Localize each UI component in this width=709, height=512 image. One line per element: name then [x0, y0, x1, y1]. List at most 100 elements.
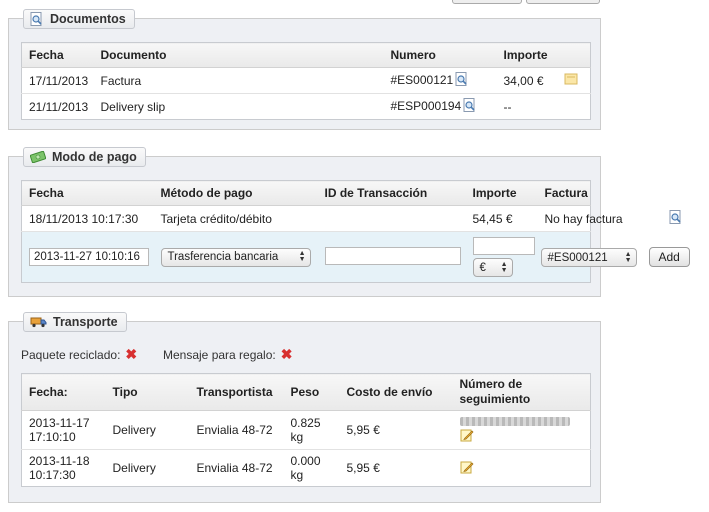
documentos-table: Fecha Documento Numero Importe 17/11/201…	[21, 42, 591, 120]
col-importe: Importe	[465, 180, 538, 206]
modo-pago-legend: Modo de pago	[23, 147, 146, 167]
cell-fecha: 2013-11-18 10:17:30	[22, 450, 106, 487]
col-peso: Peso	[283, 373, 340, 411]
magnifier-document-icon[interactable]	[463, 97, 477, 116]
magnifier-document-icon[interactable]	[669, 210, 683, 228]
cell-empty	[557, 94, 591, 120]
cell-fecha: 2013-11-17 17:10:10	[21, 410, 106, 450]
peso-value: 0.825	[290, 416, 321, 430]
transporte-legend: Transporte	[23, 312, 127, 332]
cell-tipo: Delivery	[112, 461, 156, 475]
cell-importe: 54,45 €	[465, 205, 538, 232]
factura-text: No hay factura	[544, 211, 623, 226]
transporte-title: Transporte	[53, 315, 118, 329]
col-fecha: Fecha	[21, 42, 94, 68]
cell-transaccion	[317, 205, 466, 232]
cell-factura: No hay factura	[537, 205, 681, 232]
payment-method-value: Trasferencia bancaria	[167, 251, 279, 263]
doc-number-link[interactable]: #ESP000194	[391, 99, 462, 113]
select-arrows-icon: ▲ ▼	[624, 250, 632, 264]
col-seguimiento: Número de seguimiento	[452, 373, 591, 411]
col-numero: Numero	[383, 42, 497, 68]
col-fecha: Fecha:	[21, 373, 106, 411]
table-header-row: Fecha Método de pago ID de Transacción I…	[21, 180, 591, 206]
cell-peso: 0.825 kg	[283, 410, 340, 450]
col-fecha: Fecha	[21, 180, 154, 206]
modo-pago-title: Modo de pago	[52, 150, 137, 164]
cell-peso: 0.000 kg	[284, 450, 340, 487]
invoice-value: #ES000121	[547, 251, 608, 264]
cross-icon: ✖	[280, 346, 293, 362]
documentos-panel: Documentos Fecha Documento Numero Import…	[8, 9, 601, 130]
col-extra	[556, 42, 591, 68]
table-header-row: Fecha Documento Numero Importe	[21, 42, 591, 68]
cell-documento: Delivery slip	[100, 99, 166, 114]
document-search-icon	[30, 11, 44, 27]
magnifier-document-icon[interactable]	[455, 71, 469, 90]
cell-numero: #ES000121	[383, 67, 497, 94]
cross-icon: ✖	[125, 346, 138, 362]
fecha-time: 10:17:30	[29, 468, 76, 482]
table-row: 2013-11-18 10:17:30 Delivery Envialia 48-…	[22, 450, 591, 487]
cell-seguimiento	[452, 410, 591, 450]
cell-note	[556, 67, 591, 94]
cell-transportista: Envialia 48-72	[189, 410, 284, 450]
cell-tipo: Delivery	[105, 410, 190, 450]
table-header-row: Fecha: Tipo Transportista Peso Costo de …	[21, 373, 591, 411]
col-costo: Costo de envío	[339, 373, 453, 411]
cell-importe: --	[503, 99, 512, 114]
col-factura: Factura	[537, 180, 591, 206]
col-documento: Documento	[93, 42, 384, 68]
cell-fecha: 17/11/2013	[21, 67, 94, 94]
tracking-number-blurred	[459, 417, 570, 426]
top-button-1[interactable]	[452, 0, 522, 4]
documentos-legend: Documentos	[23, 9, 135, 29]
col-tipo: Tipo	[105, 373, 190, 411]
select-arrows-icon: ▲ ▼	[500, 260, 508, 274]
paquete-reciclado-flag: Paquete reciclado: ✖	[21, 346, 137, 363]
cell-costo: 5,95 €	[346, 461, 380, 475]
col-transportista: Transportista	[189, 373, 284, 411]
note-icon[interactable]	[564, 73, 578, 88]
transporte-panel: Transporte Paquete reciclado: ✖ Mensaje …	[8, 312, 601, 503]
peso-value: 0.000	[290, 454, 321, 468]
edit-pencil-icon[interactable]	[460, 429, 474, 445]
cell-fecha: 18/11/2013 10:17:30	[21, 205, 154, 232]
add-payment-button[interactable]: Add	[648, 247, 690, 267]
cell-costo: 5,95 €	[339, 410, 453, 450]
mensaje-regalo-flag: Mensaje para regalo: ✖	[163, 346, 292, 363]
truck-icon	[30, 316, 47, 328]
pagos-table: Fecha Método de pago ID de Transacción I…	[21, 180, 690, 283]
cell-documento: Factura	[93, 67, 384, 94]
payment-method-select[interactable]: Trasferencia bancaria ▲ ▼	[160, 247, 311, 267]
select-arrows-icon: ▲ ▼	[298, 250, 306, 263]
fecha-date: 2013-11-18	[29, 454, 90, 468]
cell-transportista: Envialia 48-72	[196, 461, 273, 475]
top-button-2[interactable]	[526, 0, 600, 4]
invoice-select[interactable]: #ES000121 ▲ ▼	[540, 248, 637, 267]
table-row: 18/11/2013 10:17:30 Tarjeta crédito/débi…	[21, 205, 681, 232]
peso-unit: kg	[290, 468, 304, 482]
transaction-id-input[interactable]	[324, 246, 461, 265]
currency-value: €	[479, 261, 486, 274]
fecha-time: 17:10:10	[29, 430, 76, 444]
cell-importe: 34,00 €	[496, 67, 557, 94]
peso-unit: kg	[290, 430, 304, 444]
payment-amount-input[interactable]	[472, 237, 535, 255]
transporte-table: Fecha: Tipo Transportista Peso Costo de …	[21, 373, 591, 487]
currency-select[interactable]: € ▲ ▼	[472, 258, 513, 277]
table-row: 17/11/2013 Factura #ES000121 34,00 €	[21, 67, 591, 94]
cell-seguimiento	[453, 450, 591, 487]
money-icon	[30, 151, 46, 163]
cell-fecha: 21/11/2013	[29, 99, 89, 114]
col-transaccion: ID de Transacción	[317, 180, 466, 206]
cell-metodo: Tarjeta crédito/débito	[153, 205, 318, 232]
table-row: 21/11/2013 Delivery slip #ESP000194 --	[22, 94, 591, 120]
payment-date-input[interactable]: 2013-11-27 10:10:16	[29, 248, 149, 266]
fecha-date: 2013-11-17	[29, 416, 90, 430]
doc-number-link[interactable]: #ES000121	[391, 73, 454, 87]
edit-pencil-icon[interactable]	[460, 461, 474, 477]
modo-pago-panel: Modo de pago Fecha Método de pago ID de …	[8, 147, 690, 297]
col-importe: Importe	[496, 42, 557, 68]
paquete-reciclado-label: Paquete reciclado:	[21, 347, 121, 362]
